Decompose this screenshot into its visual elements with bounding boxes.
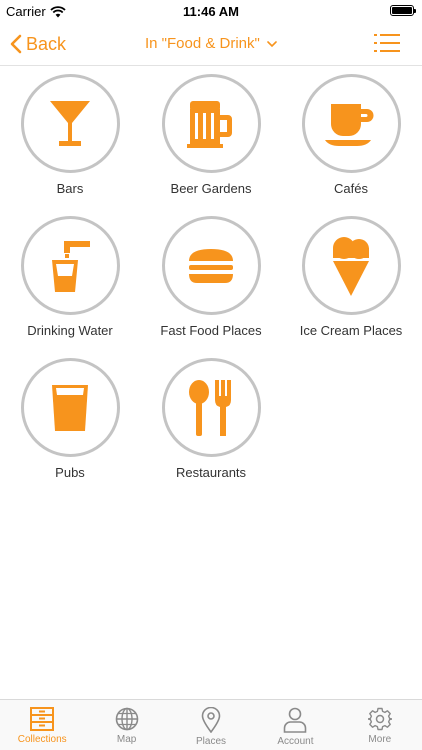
collection-title-dropdown[interactable]: In "Food & Drink" [0,35,422,52]
tab-collections[interactable]: Collections [0,700,84,750]
tab-map[interactable]: Map [84,700,168,750]
page-title: In "Food & Drink" [144,35,260,52]
category-label: Bars [56,181,84,196]
category-label: Beer Gardens [170,181,252,196]
tab-label: More [368,734,392,745]
pint-glass-icon [52,384,88,431]
tab-label: Places [196,736,227,747]
category-label: Cafés [334,181,368,196]
category-circle [20,216,120,315]
tab-label: Map [116,734,137,745]
category-restaurants[interactable]: Restaurants [141,358,281,480]
tab-label: Collections [17,734,67,745]
category-circle [20,74,120,173]
chevron-down-icon [267,40,277,47]
category-circle [301,74,401,173]
collections-icon [30,707,55,731]
tab-bar: Collections Map Places Account More [0,699,422,750]
status-bar: Carrier 11:46 AM [0,0,422,22]
battery-icon [390,5,416,16]
category-circle [161,216,261,315]
status-time: 11:46 AM [183,4,239,19]
tab-more[interactable]: More [338,700,422,750]
tab-account[interactable]: Account [253,700,337,750]
water-tap-icon [52,240,90,292]
list-view-icon[interactable] [374,32,400,54]
category-drinking-water[interactable]: Drinking Water [0,216,140,338]
category-fast-food-places[interactable]: Fast Food Places [141,216,281,338]
tab-label: Account [277,736,314,747]
category-label: Fast Food Places [160,323,262,338]
beer-mug-icon [187,100,232,148]
cocktail-glass-icon [50,100,90,146]
category-cafes[interactable]: Cafés [281,74,421,196]
category-pubs[interactable]: Pubs [0,358,140,480]
burger-icon [189,248,233,283]
location-pin-icon [201,707,221,733]
tab-places[interactable]: Places [169,700,253,750]
category-label: Drinking Water [27,323,113,338]
category-label: Restaurants [175,465,247,480]
category-circle [20,358,120,457]
category-label: Pubs [55,465,85,480]
spoon-fork-icon [189,379,231,436]
navigation-bar: Back In "Food & Drink" [0,22,422,66]
user-icon [284,707,307,733]
gear-icon [367,707,392,731]
category-ice-cream-places[interactable]: Ice Cream Places [281,216,421,338]
category-label: Ice Cream Places [299,323,403,338]
category-circle [161,358,261,457]
category-circle [161,74,261,173]
globe-icon [115,707,138,731]
category-circle [301,216,401,315]
ice-cream-cone-icon [333,236,369,296]
coffee-cup-icon [325,103,374,146]
category-beer-gardens[interactable]: Beer Gardens [141,74,281,196]
category-bars[interactable]: Bars [0,74,140,196]
